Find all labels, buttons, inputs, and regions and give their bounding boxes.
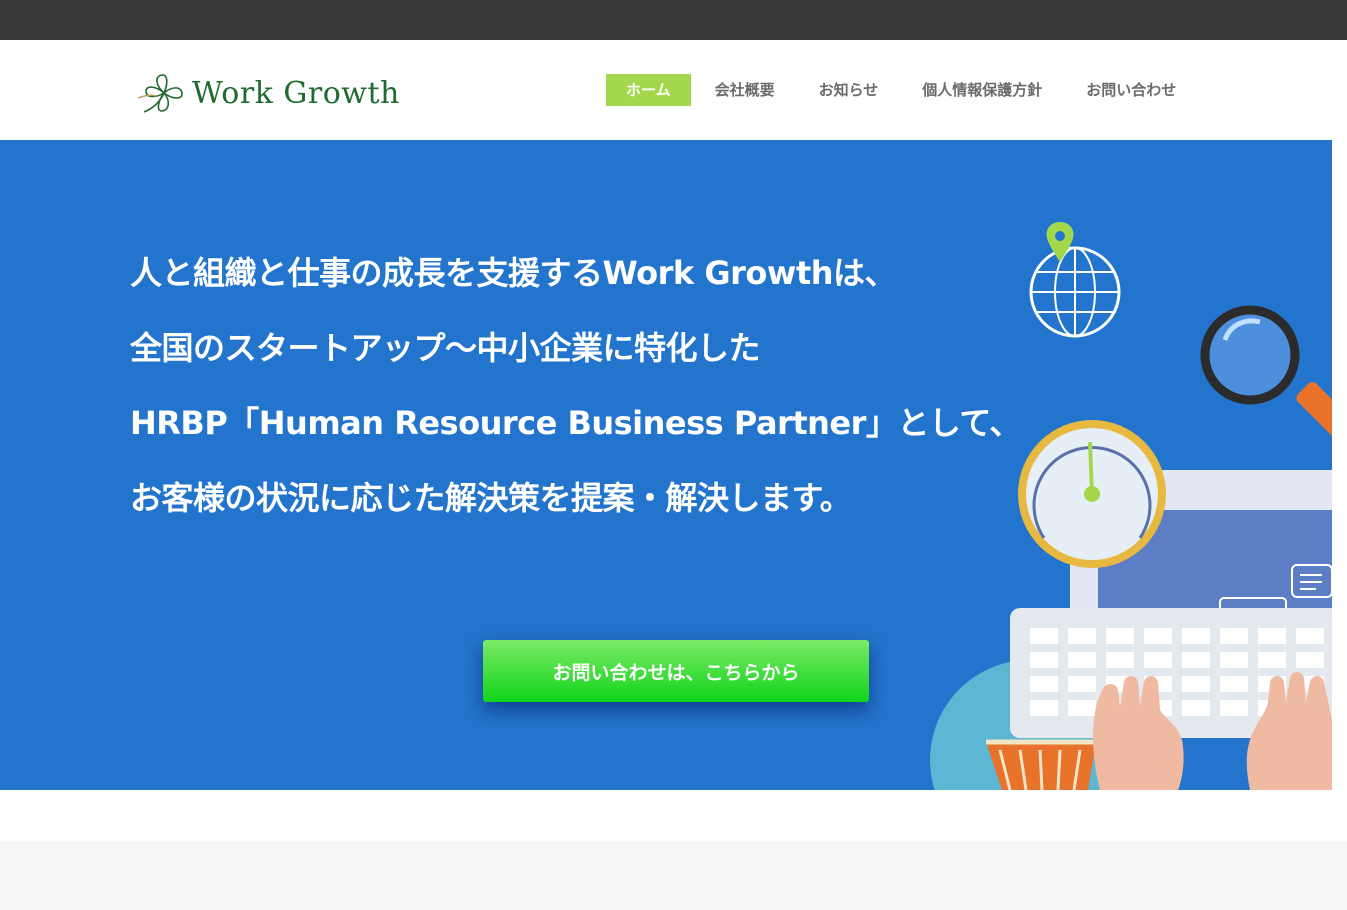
globe-icon (1029, 246, 1121, 338)
hero-line-1: 人と組織と仕事の成長を支援するWork Growthは、 (130, 254, 897, 292)
magnifier-icon (1200, 305, 1332, 446)
main-nav: ホーム 会社概要 お知らせ 個人情報保護方針 お問い合わせ (606, 74, 1200, 106)
site-logo[interactable]: Work Growth (134, 68, 424, 118)
page-right-gutter (1332, 140, 1347, 790)
contact-cta-button[interactable]: お問い合わせは、こちらから (483, 640, 869, 702)
nav-item-home[interactable]: ホーム (606, 74, 691, 106)
hero-section: 人と組織と仕事の成長を支援するWork Growthは、 全国のスタートアップ〜… (0, 140, 1332, 790)
shopping-cart-icon (986, 739, 1096, 790)
next-section (0, 841, 1347, 910)
nav-item-contact[interactable]: お問い合わせ (1066, 74, 1196, 106)
top-bar (0, 0, 1347, 40)
hero-illustration (930, 222, 1332, 790)
nav-item-privacy[interactable]: 個人情報保護方針 (902, 74, 1062, 106)
nav-item-news[interactable]: お知らせ (799, 74, 899, 106)
site-header: Work Growth ホーム 会社概要 お知らせ 個人情報保護方針 お問い合わ… (0, 40, 1347, 140)
hero-line-4: お客様の状況に応じた解決策を提案・解決します。 (130, 479, 852, 517)
logo-text: Work Growth (192, 75, 400, 111)
hero-line-3: HRBP「Human Resource Business Partner」として… (130, 404, 1021, 442)
clover-logo-icon (137, 74, 183, 113)
speedometer-icon (1018, 420, 1166, 568)
nav-item-company[interactable]: 会社概要 (695, 74, 795, 106)
hero-line-2: 全国のスタートアップ〜中小企業に特化した (130, 329, 761, 367)
